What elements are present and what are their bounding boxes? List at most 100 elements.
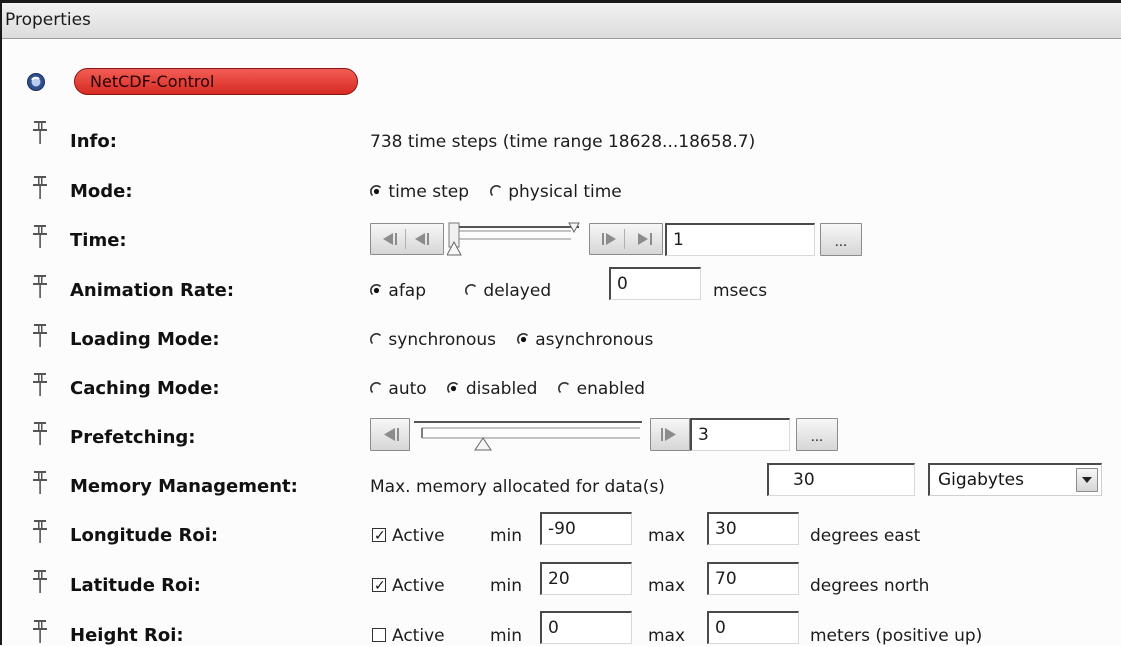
pin-icon[interactable]: [32, 323, 48, 349]
mode-option-physical-time[interactable]: physical time: [490, 182, 622, 202]
loading-option-synchronous[interactable]: synchronous: [370, 330, 501, 350]
latitude-unit: degrees north: [810, 576, 930, 596]
time-slider[interactable]: [447, 219, 589, 259]
latitude-min-input[interactable]: 20: [540, 562, 632, 595]
animation-option-delayed[interactable]: delayed: [465, 280, 551, 302]
longitude-min-label: min: [490, 526, 523, 546]
prefetch-value-input[interactable]: 3: [690, 418, 790, 451]
prefetch-browse-label: ...: [810, 430, 824, 445]
height-unit: meters (positive up): [810, 626, 983, 646]
caching-mode-label: Caching Mode:: [70, 378, 220, 399]
latitude-active-checkbox[interactable]: ✓ Active: [372, 575, 445, 597]
memory-value-input[interactable]: 30: [767, 463, 915, 496]
radio-unselected-icon[interactable]: [558, 382, 571, 395]
latitude-active-label: Active: [392, 576, 445, 596]
prefetch-decrease-button[interactable]: [370, 418, 410, 451]
height-active-checkbox[interactable]: Active: [372, 625, 445, 647]
latitude-max-label: max: [648, 576, 686, 596]
longitude-active-checkbox[interactable]: ✓ Active: [372, 525, 445, 547]
pin-icon[interactable]: [32, 175, 48, 201]
loading-option-asynchronous[interactable]: asynchronous: [517, 330, 653, 350]
pin-icon[interactable]: [32, 120, 48, 146]
checkbox-unchecked-icon[interactable]: [372, 628, 386, 642]
longitude-max-input[interactable]: 30: [707, 512, 799, 545]
animation-delay-input[interactable]: 0: [609, 267, 701, 300]
radio-selected-icon[interactable]: [370, 185, 383, 198]
checkbox-checked-icon[interactable]: ✓: [372, 528, 386, 544]
time-browse-label: ...: [834, 235, 848, 250]
longitude-max-label: max: [648, 526, 686, 546]
animation-option-afap-label: afap: [388, 281, 427, 301]
height-active-label: Active: [392, 626, 445, 646]
time-browse-button[interactable]: ...: [820, 223, 862, 256]
properties-panel: Properties NetCDF-Control Info: Mode: Ti…: [0, 0, 1121, 647]
prefetch-increase-button[interactable]: [650, 418, 690, 451]
animation-rate-label: Animation Rate:: [70, 280, 235, 301]
pin-icon[interactable]: [32, 421, 48, 447]
pin-icon[interactable]: [32, 569, 48, 595]
height-max-label: max: [648, 626, 686, 646]
radio-selected-icon[interactable]: [370, 284, 383, 297]
panel-title: Properties: [2, 3, 1121, 39]
module-name-button[interactable]: NetCDF-Control: [74, 68, 358, 95]
arrow-left-icon: [384, 428, 399, 441]
caching-mode-radio-group: auto disabled enabled: [370, 378, 645, 400]
latitude-roi-label: Latitude Roi:: [70, 575, 201, 596]
mode-label: Mode:: [70, 181, 133, 202]
chevron-down-icon: [1082, 477, 1092, 483]
radio-unselected-icon[interactable]: [370, 382, 383, 395]
info-value: 738 time steps (time range 18628...18658…: [370, 132, 756, 152]
module-name-label: NetCDF-Control: [90, 72, 215, 91]
loading-mode-radio-group: synchronous asynchronous: [370, 329, 653, 351]
pin-icon[interactable]: [32, 224, 48, 250]
animation-option-afap[interactable]: afap: [370, 280, 426, 302]
radio-selected-icon[interactable]: [517, 333, 530, 346]
module-status-icon[interactable]: [26, 72, 46, 92]
checkbox-checked-icon[interactable]: ✓: [372, 578, 386, 594]
caching-option-enabled[interactable]: enabled: [558, 379, 645, 399]
prefetching-label: Prefetching:: [70, 427, 196, 448]
time-step-forward-icons[interactable]: [590, 224, 662, 254]
time-step-back-icons[interactable]: [371, 224, 443, 254]
longitude-roi-label: Longitude Roi:: [70, 525, 219, 546]
pin-icon[interactable]: [32, 274, 48, 300]
memory-management-label: Memory Management:: [70, 476, 298, 497]
longitude-active-label: Active: [392, 526, 445, 546]
loading-option-asynchronous-label: asynchronous: [535, 330, 654, 350]
loading-option-synchronous-label: synchronous: [388, 330, 497, 350]
caching-option-auto-label: auto: [388, 379, 427, 399]
height-min-input[interactable]: 0: [540, 611, 632, 644]
caching-option-disabled[interactable]: disabled: [447, 379, 542, 399]
arrow-right-icon: [661, 428, 676, 441]
animation-unit: msecs: [713, 281, 768, 301]
pin-icon[interactable]: [32, 619, 48, 645]
mode-option-time-step[interactable]: time step: [370, 182, 474, 202]
time-label: Time:: [70, 230, 127, 251]
height-min-label: min: [490, 626, 523, 646]
pin-icon[interactable]: [32, 470, 48, 496]
animation-option-delayed-label: delayed: [483, 281, 552, 301]
radio-selected-icon[interactable]: [447, 382, 460, 395]
mode-option-time-step-label: time step: [388, 182, 469, 202]
dropdown-arrow-button[interactable]: [1076, 468, 1098, 492]
memory-unit-select[interactable]: Gigabytes: [928, 463, 1102, 496]
height-max-input[interactable]: 0: [707, 611, 799, 644]
time-step-back-group: [370, 223, 444, 255]
prefetch-browse-button[interactable]: ...: [796, 418, 838, 451]
pin-icon[interactable]: [32, 519, 48, 545]
prefetch-slider[interactable]: [412, 416, 650, 454]
latitude-max-input[interactable]: 70: [707, 562, 799, 595]
caching-option-auto[interactable]: auto: [370, 379, 432, 399]
caching-option-enabled-label: enabled: [576, 379, 646, 399]
mode-option-physical-time-label: physical time: [508, 182, 622, 202]
caching-option-disabled-label: disabled: [465, 379, 538, 399]
radio-unselected-icon[interactable]: [490, 185, 503, 198]
time-step-forward-group: [589, 223, 663, 255]
longitude-unit: degrees east: [810, 526, 921, 546]
radio-unselected-icon[interactable]: [465, 284, 478, 297]
radio-unselected-icon[interactable]: [370, 333, 383, 346]
pin-icon[interactable]: [32, 372, 48, 398]
memory-prefix: Max. memory allocated for data(s): [370, 477, 665, 497]
longitude-min-input[interactable]: -90: [540, 512, 632, 545]
time-value-input[interactable]: 1: [665, 223, 815, 256]
